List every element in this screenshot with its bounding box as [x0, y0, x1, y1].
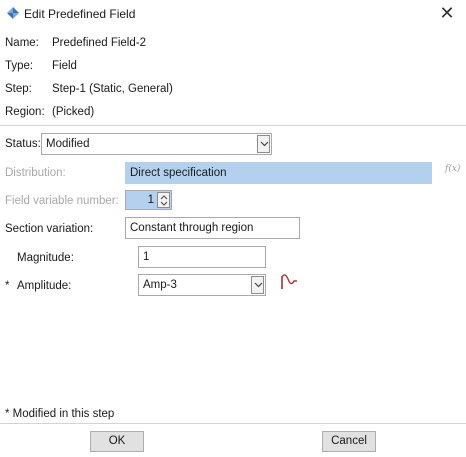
chevron-up-icon[interactable] — [160, 194, 168, 200]
magnitude-input[interactable]: 1 — [138, 246, 266, 268]
spinner-buttons[interactable] — [157, 192, 170, 208]
step-label: Step: — [5, 83, 32, 95]
close-button[interactable]: ✕ — [436, 3, 458, 25]
status-label: Status: — [5, 138, 41, 150]
modified-note: * Modified in this step — [5, 408, 115, 420]
edit-field-icon — [7, 7, 19, 19]
field-variable-label: Field variable number: — [5, 195, 119, 207]
type-value: Field — [52, 60, 77, 72]
cancel-button[interactable]: Cancel — [322, 431, 376, 452]
function-icon[interactable]: f(x) — [445, 164, 460, 174]
chevron-down-icon[interactable] — [251, 276, 264, 294]
footer-separator — [0, 423, 466, 424]
chevron-down-icon[interactable] — [160, 201, 168, 207]
amplitude-manager-icon[interactable] — [280, 273, 300, 291]
window-title: Edit Predefined Field — [24, 7, 136, 21]
chevron-down-icon[interactable] — [257, 135, 270, 153]
name-row: Name: Predefined Field-2 — [5, 35, 146, 51]
region-value: (Picked) — [52, 106, 95, 118]
amplitude-select[interactable]: Amp-3 — [138, 274, 266, 296]
region-row: Region: (Picked) — [5, 104, 94, 120]
status-select[interactable]: Modified — [41, 133, 272, 155]
step-row: Step: Step-1 (Static, General) — [5, 81, 173, 97]
magnitude-value: 1 — [143, 251, 150, 263]
section-variation-value: Constant through region — [130, 222, 254, 234]
separator — [0, 125, 466, 126]
name-value: Predefined Field-2 — [52, 37, 146, 49]
magnitude-label: Magnitude: — [17, 252, 74, 264]
status-value: Modified — [46, 138, 90, 150]
name-label: Name: — [5, 37, 39, 49]
step-value: Step-1 (Static, General) — [52, 83, 173, 95]
distribution-value: Direct specification — [130, 167, 227, 179]
type-row: Type: Field — [5, 58, 77, 74]
type-label: Type: — [5, 60, 34, 72]
field-variable-value: 1 — [147, 194, 154, 206]
ok-button[interactable]: OK — [90, 431, 144, 452]
title-bar: Edit Predefined Field ✕ — [0, 0, 466, 28]
section-variation-field[interactable]: Constant through region — [125, 217, 300, 239]
section-variation-label: Section variation: — [5, 223, 94, 235]
field-variable-spinner[interactable]: 1 — [125, 190, 172, 210]
amplitude-label: Amplitude: — [17, 280, 72, 292]
region-label: Region: — [5, 106, 45, 118]
amplitude-value: Amp-3 — [143, 279, 177, 291]
distribution-label: Distribution: — [5, 167, 66, 179]
modified-marker: * — [5, 280, 10, 292]
distribution-field[interactable]: Direct specification — [125, 162, 432, 184]
